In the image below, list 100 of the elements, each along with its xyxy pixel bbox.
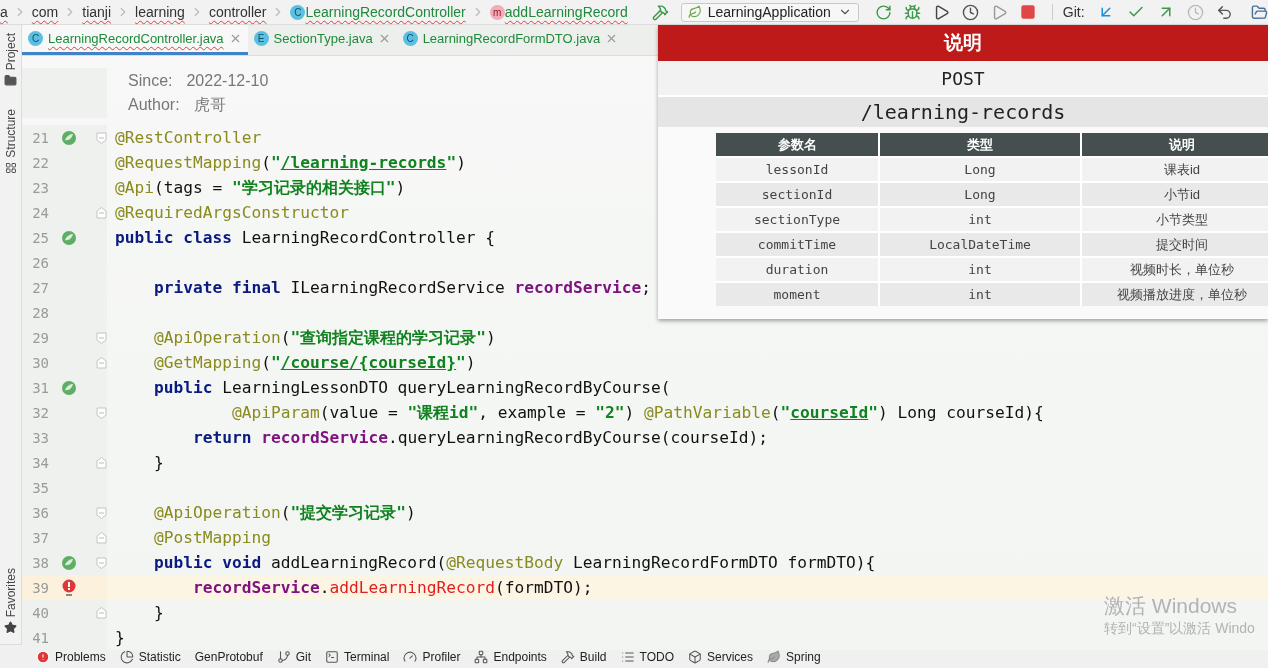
doc-text: Since: 2022-12-10 [128,71,269,90]
editor-tab[interactable]: C LearningRecordController.java [22,25,248,55]
http-method: POST [658,61,1268,97]
line-number: 39 [31,579,49,596]
line-number: 24 [31,204,49,221]
code-line: } [153,603,164,622]
table-cell: duration [716,258,878,281]
editor-tab[interactable]: C LearningRecordFormDTO.java [396,25,625,55]
table-cell: 视频播放进度，单位秒 [1082,283,1268,306]
line-number: 40 [31,604,49,621]
pie-chart-icon [119,649,134,664]
line-number: 37 [31,529,49,546]
table-cell: 提交时间 [1082,233,1268,256]
bean-icon[interactable] [61,554,77,571]
column-header: 说明 [1082,133,1268,156]
code-line: private final ILearningRecordService recordService; [153,278,652,297]
fold-icon[interactable] [96,206,107,219]
tool-window-button[interactable]: Statistic [119,649,181,664]
git-label: Git: [1051,4,1085,20]
fold-icon[interactable] [96,131,107,144]
table-cell: sectionType [716,208,878,231]
services-icon [688,649,702,664]
table-cell: int [880,258,1080,281]
star-icon [4,621,17,634]
code-line: public class LearningRecordController { [115,228,496,247]
bean-icon[interactable] [61,379,77,396]
table-cell: moment [716,283,878,306]
table-cell: 视频时长，单位秒 [1082,258,1268,281]
fold-icon[interactable] [96,556,107,569]
code-line: @Api(tags = "学习记录的相关接口") [115,176,406,199]
hammer-icon[interactable] [651,3,669,21]
tool-window-button[interactable]: Spring [767,649,821,664]
fold-icon[interactable] [96,531,107,544]
breadcrumb-item[interactable]: LearningRecordController [305,4,466,20]
code-line: @ApiOperation("提交学习记录") [153,501,416,524]
line-number: 26 [31,254,49,271]
rerun-icon[interactable] [874,3,892,21]
code-line: } [153,453,164,472]
table-cell: Long [880,158,1080,181]
tool-window-button[interactable]: GenProtobuf [194,649,263,664]
tool-window-button[interactable]: Problems [36,649,106,664]
stop-icon[interactable] [1019,4,1036,20]
hammer-icon [560,649,575,664]
code-line: public LearningLessonDTO queryLearningRecordByCourse( [153,378,671,397]
leaf-icon [687,5,702,19]
tool-window-button[interactable]: Terminal [325,649,390,664]
line-number: 27 [31,279,49,296]
breadcrumb-item[interactable]: controller [208,4,267,20]
error-icon[interactable] [62,578,76,597]
panel-title: 说明 [658,25,1268,61]
table-cell: int [880,283,1080,306]
bean-icon[interactable] [61,229,77,246]
line-number: 29 [31,329,49,346]
folder-icon[interactable] [1250,3,1268,21]
code-line: @PostMapping [153,528,271,547]
column-header: 参数名 [716,133,878,156]
bean-icon[interactable] [61,129,77,146]
code-line: @RequiredArgsConstructor [115,203,349,222]
fold-icon[interactable] [96,506,107,519]
run-config-dropdown[interactable]: LearningApplication [680,2,859,22]
tool-window-tab[interactable]: Favorites [3,567,18,617]
tool-window-tab[interactable]: Structure [3,109,18,159]
endpoint-path: /learning-records [658,97,1268,127]
breadcrumb-item[interactable]: a [0,4,8,20]
activation-title: 激活 Windows [1104,593,1239,619]
code-line: public void addLearningRecord(@RequestBody LearningRecordFormDTO formDTO){ [153,553,876,572]
line-number: 35 [31,479,49,496]
line-number: 23 [31,179,49,196]
fold-icon[interactable] [96,331,107,344]
code-line: } [115,628,125,647]
breadcrumb-item[interactable]: learning [135,4,185,20]
structure-icon [4,162,17,175]
tool-window-button[interactable]: Profiler [403,649,461,664]
fold-icon[interactable] [96,606,107,619]
line-number: 31 [31,379,49,396]
editor-tab[interactable]: E SectionType.java [247,25,397,55]
clock-icon[interactable] [1186,3,1204,21]
code-line: @RequestMapping("/learning-records") [115,153,466,172]
bug-icon[interactable] [903,3,921,21]
tool-window-button[interactable]: Endpoints [474,649,547,664]
tool-window-tab[interactable]: Project [3,33,18,71]
table-cell: Long [880,183,1080,206]
tool-window-button[interactable]: TODO [620,649,674,664]
tool-window-button[interactable]: Build [560,649,607,664]
folder-icon [4,74,17,88]
code-line: @GetMapping("/course/{courseId}") [153,353,476,372]
tool-window-button[interactable]: Services [688,649,753,664]
fold-icon[interactable] [96,406,107,419]
breadcrumb-item[interactable]: tianji [82,4,112,20]
undo-icon[interactable] [1215,3,1233,21]
breadcrumb-item[interactable]: com [31,4,59,20]
table-cell: lessonId [716,158,878,181]
fold-icon[interactable] [96,456,107,469]
tool-window-button[interactable]: Git [276,649,312,664]
breadcrumb-item[interactable]: addLearningRecord [504,4,628,20]
network-icon [474,649,489,664]
fold-icon[interactable] [96,356,107,369]
code-line: return recordService.queryLearningRecordByCourse(courseId); [192,428,768,447]
class-icon: C [290,4,306,20]
line-number: 30 [31,354,49,371]
